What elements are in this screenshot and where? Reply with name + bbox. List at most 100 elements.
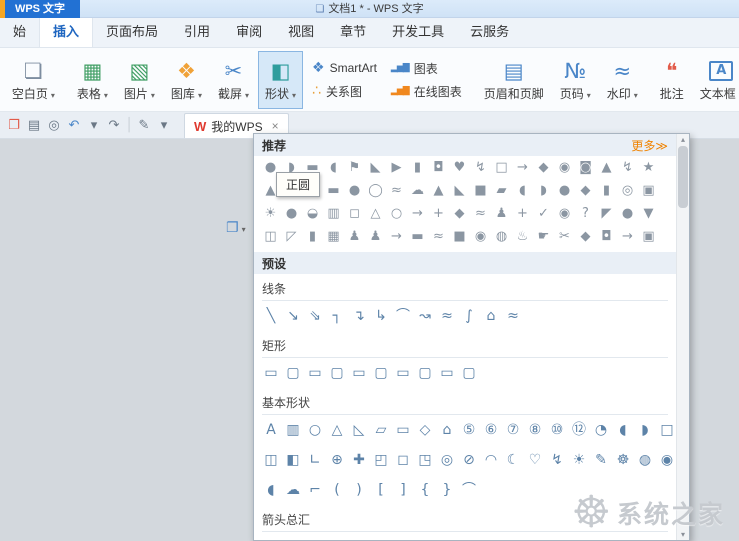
shape-icon[interactable]: ◸ xyxy=(281,226,302,247)
shape-icon[interactable]: ◖ xyxy=(260,478,282,502)
shape-icon[interactable]: ◫ xyxy=(260,226,281,247)
shape-icon[interactable]: ↝ xyxy=(414,304,436,328)
shape-icon[interactable]: ◆ xyxy=(575,226,596,247)
comment-button[interactable]: ❝ 批注 xyxy=(653,51,691,109)
shape-icon[interactable]: ◻ xyxy=(392,448,414,472)
shape-icon[interactable]: ⑧ xyxy=(524,418,546,442)
shape-icon[interactable]: → xyxy=(386,226,407,247)
tab-cloud[interactable]: 云服务 xyxy=(457,15,522,47)
shape-icon[interactable]: ○ xyxy=(386,203,407,224)
shape-icon[interactable]: ↱ xyxy=(436,535,458,540)
shape-icon[interactable]: ◉ xyxy=(470,226,491,247)
shape-icon[interactable]: ● xyxy=(281,203,302,224)
shape-icon[interactable]: ⚑ xyxy=(344,157,365,178)
relation-chart-button[interactable]: ∴ 关系图 xyxy=(312,83,377,100)
shape-icon[interactable]: ♨ xyxy=(512,226,533,247)
shape-icon[interactable]: ◧ xyxy=(282,448,304,472)
shape-icon[interactable]: ◍ xyxy=(634,448,656,472)
shape-icon[interactable]: ◖ xyxy=(612,418,634,442)
shape-icon[interactable]: ▦ xyxy=(323,226,344,247)
shape-icon[interactable]: ▭ xyxy=(392,418,414,442)
shape-icon[interactable]: ♟ xyxy=(491,203,512,224)
shape-icon[interactable]: ⇨ xyxy=(260,535,282,540)
pdf-export-icon[interactable]: ❐ xyxy=(4,118,24,133)
shape-icon[interactable]: ⑥ xyxy=(480,418,502,442)
shape-icon[interactable]: ▲ xyxy=(428,180,449,201)
shape-icon[interactable]: ▢ xyxy=(326,361,348,385)
tab-review[interactable]: 审阅 xyxy=(223,15,275,47)
tab-developer[interactable]: 开发工具 xyxy=(379,15,457,47)
tab-page-layout[interactable]: 页面布局 xyxy=(93,15,171,47)
shape-icon[interactable]: ┐ xyxy=(326,304,348,328)
shape-icon[interactable]: ☁ xyxy=(282,478,304,502)
close-tab-icon[interactable]: × xyxy=(272,119,279,133)
shape-icon[interactable]: ◍ xyxy=(491,226,512,247)
shape-icon[interactable]: ) xyxy=(348,478,370,502)
picture-button[interactable]: ▧ 图片▾ xyxy=(117,51,162,109)
shape-icon[interactable]: ? xyxy=(575,203,596,224)
shape-icon[interactable]: ◣ xyxy=(365,157,386,178)
textbox-button[interactable]: A 文本框▾ xyxy=(693,51,739,109)
shape-icon[interactable]: ⇗ xyxy=(590,535,612,540)
shape-icon[interactable]: ▭ xyxy=(304,361,326,385)
shape-icon[interactable]: ⇔ xyxy=(348,535,370,540)
shape-icon[interactable]: ↰ xyxy=(414,535,436,540)
shape-icon[interactable]: ▢ xyxy=(414,361,436,385)
shape-icon[interactable]: ⇦ xyxy=(282,535,304,540)
shape-icon[interactable]: + xyxy=(428,203,449,224)
shape-icon[interactable]: ◫ xyxy=(260,448,282,472)
shape-icon[interactable]: ↩ xyxy=(568,535,590,540)
shape-icon[interactable]: → xyxy=(617,226,638,247)
shape-icon[interactable]: ↯ xyxy=(617,157,638,178)
shape-icon[interactable]: ↵ xyxy=(524,535,546,540)
shape-icon[interactable]: ▱ xyxy=(370,418,392,442)
more-shapes-link[interactable]: 更多≫ xyxy=(631,137,668,154)
shape-icon[interactable]: ↯ xyxy=(546,448,568,472)
shape-icon[interactable]: ● xyxy=(554,180,575,201)
shape-icon[interactable]: ≈ xyxy=(470,203,491,224)
shape-icon[interactable]: ◔ xyxy=(590,418,612,442)
shape-icon[interactable]: ◘ xyxy=(428,157,449,178)
quickbar-separator[interactable]: │ xyxy=(124,118,134,133)
shape-icon[interactable]: ▬ xyxy=(323,180,344,201)
shape-icon[interactable]: ○ xyxy=(304,418,326,442)
scrollbar-thumb[interactable] xyxy=(678,146,688,208)
shape-icon[interactable]: ⑫ xyxy=(568,418,590,442)
shape-icon[interactable]: ⌒ xyxy=(392,304,414,328)
shape-icon[interactable]: ≈ xyxy=(428,226,449,247)
smartart-button[interactable]: ❖ SmartArt xyxy=(312,60,377,77)
shape-icon[interactable]: ◖ xyxy=(323,157,344,178)
print-icon[interactable]: ▤ xyxy=(24,118,44,133)
undo-icon[interactable]: ↶ xyxy=(64,118,84,133)
shape-icon[interactable]: ◉ xyxy=(656,448,676,472)
shape-icon[interactable]: △ xyxy=(326,418,348,442)
shape-icon[interactable]: ⑤ xyxy=(458,418,480,442)
shape-icon[interactable]: { xyxy=(414,478,436,502)
shape-icon[interactable]: ↯ xyxy=(470,157,491,178)
gallery-button[interactable]: ❖ 图库▾ xyxy=(164,51,209,109)
shape-icon[interactable]: ✚ xyxy=(348,448,370,472)
shape-icon[interactable]: ╲ xyxy=(260,304,282,328)
shape-icon[interactable]: ◯ xyxy=(365,180,386,201)
shape-icon[interactable]: ▭ xyxy=(436,361,458,385)
shape-icon[interactable]: ↴ xyxy=(502,535,524,540)
shape-icon[interactable]: ◺ xyxy=(348,418,370,442)
shape-icon[interactable]: ▶ xyxy=(386,157,407,178)
shape-icon[interactable]: ☀ xyxy=(260,203,281,224)
shape-icon[interactable]: ⌂ xyxy=(480,304,502,328)
shape-icon[interactable]: ◉ xyxy=(554,157,575,178)
panel-scrollbar[interactable]: ▴ ▾ xyxy=(676,134,689,540)
shape-icon[interactable]: ◘ xyxy=(596,226,617,247)
shape-icon[interactable]: ♟ xyxy=(344,226,365,247)
shape-icon[interactable]: ▭ xyxy=(348,361,370,385)
shape-icon[interactable]: ◣ xyxy=(449,180,470,201)
shape-icon[interactable]: ⑩ xyxy=(546,418,568,442)
shape-icon[interactable]: ⌒ xyxy=(458,478,480,502)
shape-icon[interactable]: ▮ xyxy=(407,157,428,178)
shape-icon[interactable]: ● xyxy=(344,180,365,201)
shape-icon[interactable]: ↲ xyxy=(458,535,480,540)
shape-icon[interactable]: ⌐ xyxy=(304,478,326,502)
shape-icon[interactable]: ⇕ xyxy=(370,535,392,540)
header-footer-button[interactable]: ▤ 页眉和页脚 xyxy=(477,51,551,109)
shape-icon[interactable]: ↘ xyxy=(282,304,304,328)
